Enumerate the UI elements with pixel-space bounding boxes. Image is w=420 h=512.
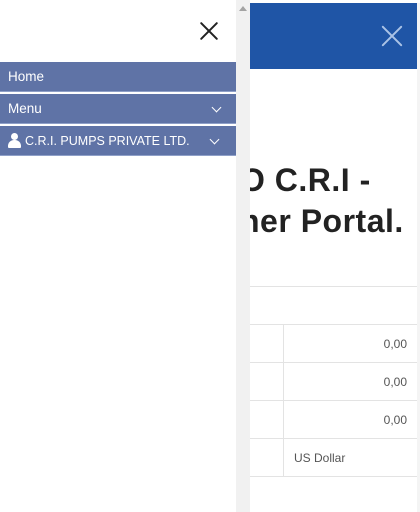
table-cell-currency: US Dollar [294,451,346,465]
table-divider [246,324,420,325]
table-divider [246,400,420,401]
table-cell-value: 0,00 [383,375,407,389]
side-drawer: Home Menu C.R.I. PUMPS PRIVATE LTD. [0,0,236,512]
nav-item-label: Menu [8,101,42,116]
nav-item-label: C.R.I. PUMPS PRIVATE LTD. [25,133,190,148]
page-title-line-2: ner Portal. [240,203,404,239]
table-divider [246,286,420,287]
close-icon[interactable] [199,21,219,41]
scroll-up-arrow-icon[interactable] [239,6,247,11]
nav-item-menu[interactable]: Menu [0,94,236,124]
table-divider [246,438,420,439]
user-icon [8,133,21,148]
scrollbar[interactable] [236,0,250,512]
table-column-divider [283,325,284,477]
nav-item-company[interactable]: C.R.I. PUMPS PRIVATE LTD. [0,126,236,156]
close-icon[interactable] [378,22,406,50]
nav-item-home[interactable]: Home [0,62,236,92]
table-cell-value: 0,00 [383,337,407,351]
page-title-line-1: O C.R.I - [240,162,371,198]
table-divider [246,476,420,477]
table-cell-value: 0,00 [383,413,407,427]
chevron-down-icon [209,134,220,145]
nav-item-label: Home [8,69,45,84]
table-divider [246,362,420,363]
chevron-down-icon [211,102,222,113]
